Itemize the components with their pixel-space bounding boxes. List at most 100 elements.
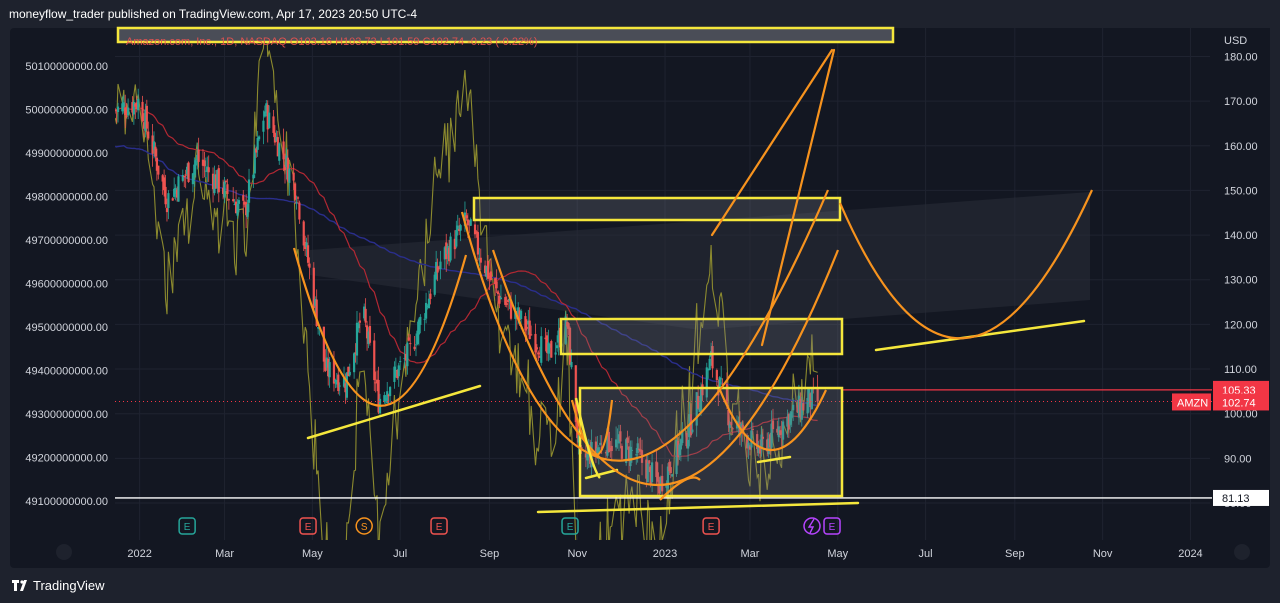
candle-body xyxy=(357,323,360,329)
candle-body xyxy=(298,202,301,220)
time-axis-tick: May xyxy=(302,548,323,560)
candle-body xyxy=(537,352,540,355)
candle-body xyxy=(427,298,431,309)
time-axis[interactable]: 2022 Mar May Jul Sep Nov 2023 Mar May Jul Sep Nov 20… xyxy=(56,544,1250,560)
left-axis-tick: 49200000000.00 xyxy=(25,453,108,465)
right-axis-tick: 150.00 xyxy=(1224,185,1258,197)
candle-body xyxy=(525,326,528,329)
candle-body xyxy=(498,295,501,304)
candle-body xyxy=(237,200,241,204)
left-axis-tick: 49800000000.00 xyxy=(25,192,108,204)
left-axis-tick: 49400000000.00 xyxy=(25,366,108,378)
event-markers[interactable]: EESEEEE xyxy=(178,517,841,535)
footer-brand[interactable]: TradingView xyxy=(33,578,105,593)
candle-body xyxy=(465,215,468,219)
candle-body xyxy=(258,136,261,140)
time-axis-tick: Jul xyxy=(919,548,933,560)
candle-body xyxy=(519,310,523,320)
time-axis-tick: 2024 xyxy=(1178,548,1202,560)
candle-body xyxy=(489,271,492,281)
candle-body xyxy=(127,107,130,116)
time-axis-tick: Jul xyxy=(393,548,407,560)
time-axis-tick: 2022 xyxy=(127,548,151,560)
zoom-left-button[interactable] xyxy=(56,544,72,560)
candle-body xyxy=(345,372,349,398)
yellow-box[interactable] xyxy=(578,386,844,498)
candle-body xyxy=(272,116,275,133)
right-axis-tick: 110.00 xyxy=(1224,364,1257,376)
candle-body xyxy=(187,162,190,182)
candle-body xyxy=(550,341,553,358)
candle-body xyxy=(167,193,170,208)
candle-body xyxy=(720,378,723,380)
candle-body xyxy=(348,371,351,376)
candle-body xyxy=(459,225,462,231)
event-letter: E xyxy=(708,522,715,533)
time-axis-tick: Sep xyxy=(480,548,500,560)
yellow-trend-line[interactable] xyxy=(536,501,860,514)
candle-body xyxy=(157,165,160,175)
left-axis-tick: 49600000000.00 xyxy=(25,279,108,291)
right-axis-tick: 170.00 xyxy=(1224,96,1258,108)
candle-body xyxy=(322,326,325,362)
candle-body xyxy=(535,347,539,350)
candle-body xyxy=(466,219,469,226)
price-chart[interactable]: 50100000000.00 50000000000.00 49900000000.… xyxy=(0,0,1280,603)
candle-body xyxy=(165,208,169,213)
right-axis-tick: 180.00 xyxy=(1224,51,1258,63)
left-axis-tick: 49500000000.00 xyxy=(25,322,108,334)
candle-body xyxy=(145,105,148,129)
symbol-legend[interactable]: Amazon.com, Inc., 1D, NASDAQ O103.16 H10… xyxy=(126,36,538,48)
right-axis-tick: 130.00 xyxy=(1224,275,1258,287)
candle-body xyxy=(122,102,125,108)
candle-body xyxy=(530,334,533,336)
yellow-trend-line[interactable] xyxy=(306,384,482,440)
right-axis-tick: 100.00 xyxy=(1224,409,1258,421)
left-axis-tick: 49700000000.00 xyxy=(25,235,108,247)
right-price-axis[interactable]: 180.00 170.00 160.00 150.00 140.00 130.00 120.… xyxy=(1212,28,1270,540)
candle-body xyxy=(137,98,140,111)
candle-body xyxy=(328,362,331,378)
candle-body xyxy=(570,361,573,368)
candle-body xyxy=(295,202,298,204)
candle-body xyxy=(282,141,285,160)
candle-body xyxy=(429,293,432,299)
candle-body xyxy=(708,358,711,371)
lightning-icon[interactable] xyxy=(803,517,821,535)
candle-body xyxy=(224,180,228,182)
candle-body xyxy=(528,320,531,340)
candle-body xyxy=(147,131,150,139)
candle-body xyxy=(413,346,416,350)
candle-body xyxy=(203,160,206,167)
last-price-value: 102.74 xyxy=(1222,397,1256,409)
time-axis-tick: Nov xyxy=(567,548,587,560)
candle-body xyxy=(292,172,295,181)
candle-body xyxy=(308,263,311,268)
candle-body xyxy=(217,168,220,193)
yellow-box[interactable] xyxy=(472,196,842,222)
candle-body xyxy=(715,370,718,381)
candle-body xyxy=(226,184,229,195)
candle-body xyxy=(353,353,356,373)
candle-body xyxy=(358,320,361,323)
time-axis-tick: Mar xyxy=(215,548,234,560)
candle-body xyxy=(223,181,226,198)
time-axis-tick: Mar xyxy=(740,548,759,560)
candle-body xyxy=(476,232,480,255)
candle-body xyxy=(125,115,128,117)
event-letter: E xyxy=(436,522,443,533)
candle-body xyxy=(183,175,186,177)
level-white-value: 81.13 xyxy=(1222,493,1250,505)
candle-body xyxy=(236,203,239,216)
candle-body xyxy=(194,160,197,166)
candle-body xyxy=(409,343,412,345)
auto-scale-button[interactable] xyxy=(1234,544,1250,560)
candle-body xyxy=(242,195,245,201)
candle-body xyxy=(449,236,452,261)
candle-body xyxy=(293,183,297,200)
candle-body xyxy=(423,318,426,320)
candle-body xyxy=(406,342,409,367)
event-letter: E xyxy=(829,522,836,533)
time-axis-tick: Sep xyxy=(1005,548,1025,560)
candle-body xyxy=(388,387,392,397)
